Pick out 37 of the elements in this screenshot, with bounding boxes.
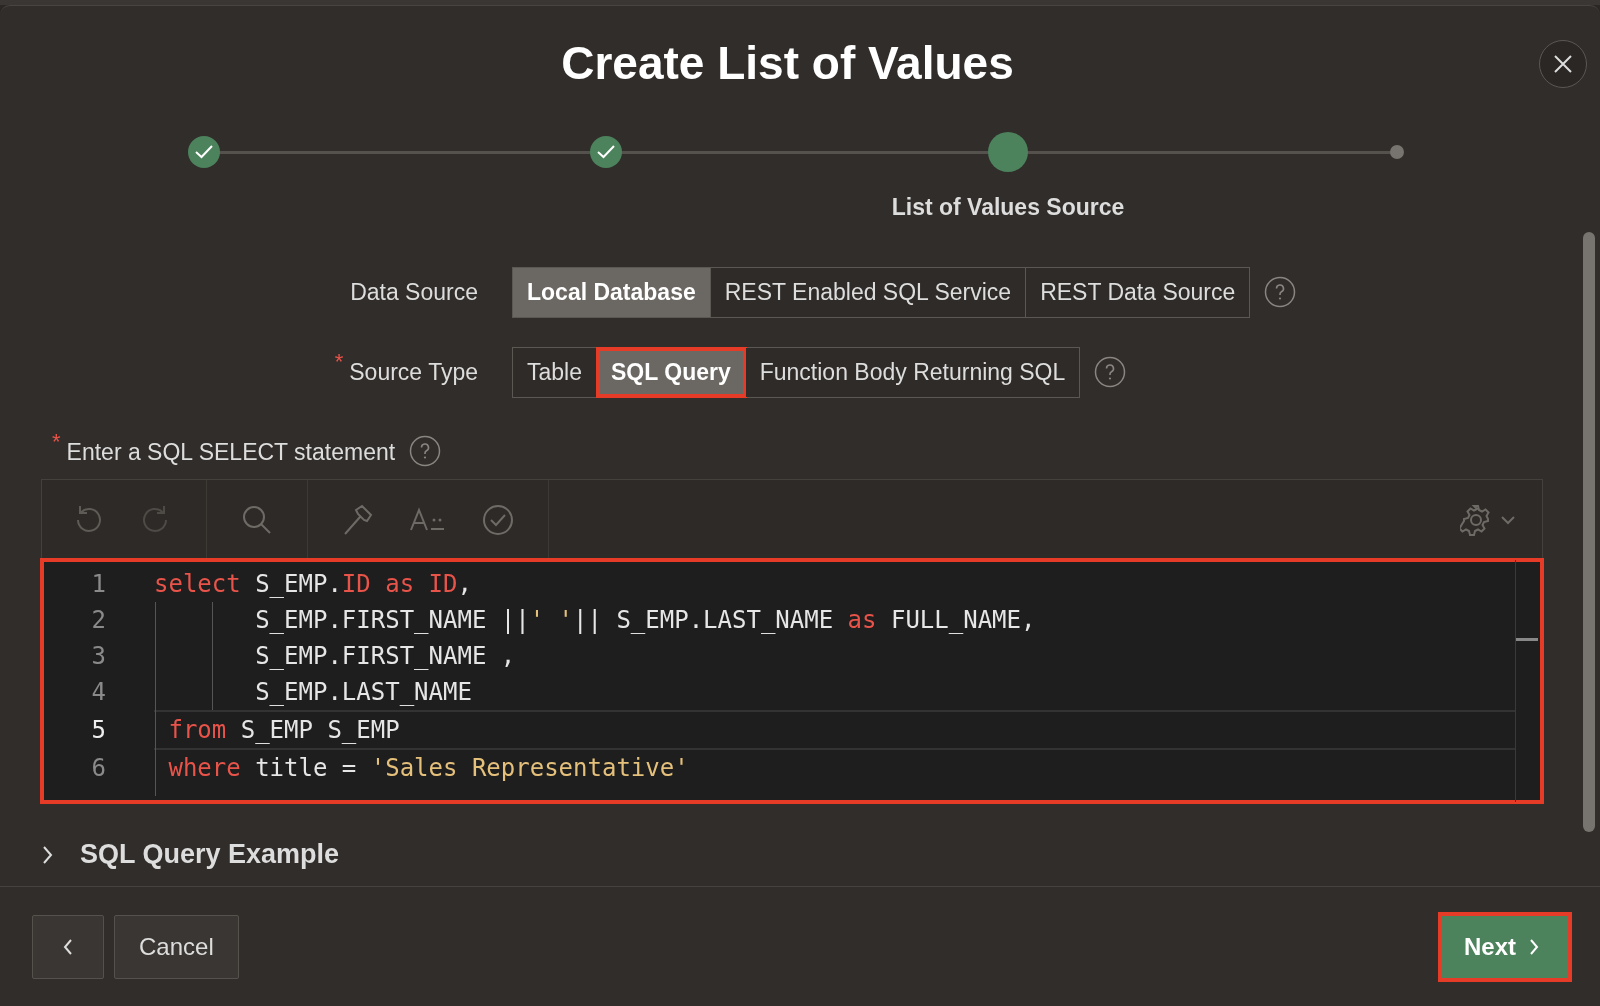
field-label: Data Source [350, 278, 478, 306]
current-step-marker [988, 132, 1028, 172]
help-icon[interactable] [1264, 276, 1297, 308]
close-icon [1552, 53, 1574, 75]
line-number: 5 [90, 716, 106, 744]
line-number: 1 [90, 570, 106, 598]
segment-option[interactable]: SQL Query [597, 347, 746, 397]
code-line: S_EMP.LAST_NAME [254, 678, 472, 706]
code-line: select S_EMP.ID as ID, [154, 570, 472, 598]
line-number: 4 [90, 678, 106, 706]
code-editor[interactable]: 1 select S_EMP.ID as ID, 2 S_EMP.FIRST_NAME ||' '|| S_EMP.LAST_NAME as FULL_NAME, 3 S_EMP.FIRST_NAME , 4 S_EMP.LAST_NAME 5 from S_EMP S_EMP 6 where title = 'Sales Representative' [42, 560, 1542, 802]
validate-icon[interactable] [480, 502, 516, 538]
field-label: Source Type [349, 358, 478, 386]
code-line: from S_EMP S_EMP [167, 716, 400, 744]
back-button[interactable] [32, 914, 104, 979]
expand-section-button[interactable]: SQL Query Example [32, 839, 340, 870]
required-asterisk: * [334, 348, 344, 375]
code-line: S_EMP.FIRST_NAME ||' '|| S_EMP.LAST_NAME as FULL_NAME, [254, 606, 1036, 634]
help-icon[interactable] [1094, 356, 1127, 388]
completed-step-icon [188, 136, 220, 168]
dialog-title: Create List of Values [561, 36, 1014, 90]
code-line: where title = 'Sales Representative' [167, 754, 689, 782]
scrollbar[interactable] [1583, 232, 1595, 832]
pending-step-marker [1390, 145, 1404, 159]
required-asterisk: * [52, 429, 61, 455]
segment-option[interactable]: Local Database [513, 267, 711, 317]
cancel-button[interactable]: Cancel [114, 914, 239, 979]
close-button[interactable] [1539, 40, 1587, 88]
line-number: 6 [90, 754, 106, 782]
line-number: 3 [90, 642, 106, 670]
code-line: S_EMP.FIRST_NAME , [254, 642, 516, 670]
help-icon[interactable] [409, 435, 442, 467]
line-number: 2 [90, 606, 106, 634]
field-label: Enter a SQL SELECT statement [66, 439, 396, 466]
next-button[interactable]: Next [1439, 913, 1570, 980]
step-label: List of Values Source [891, 194, 1125, 221]
completed-step-icon [590, 136, 622, 168]
